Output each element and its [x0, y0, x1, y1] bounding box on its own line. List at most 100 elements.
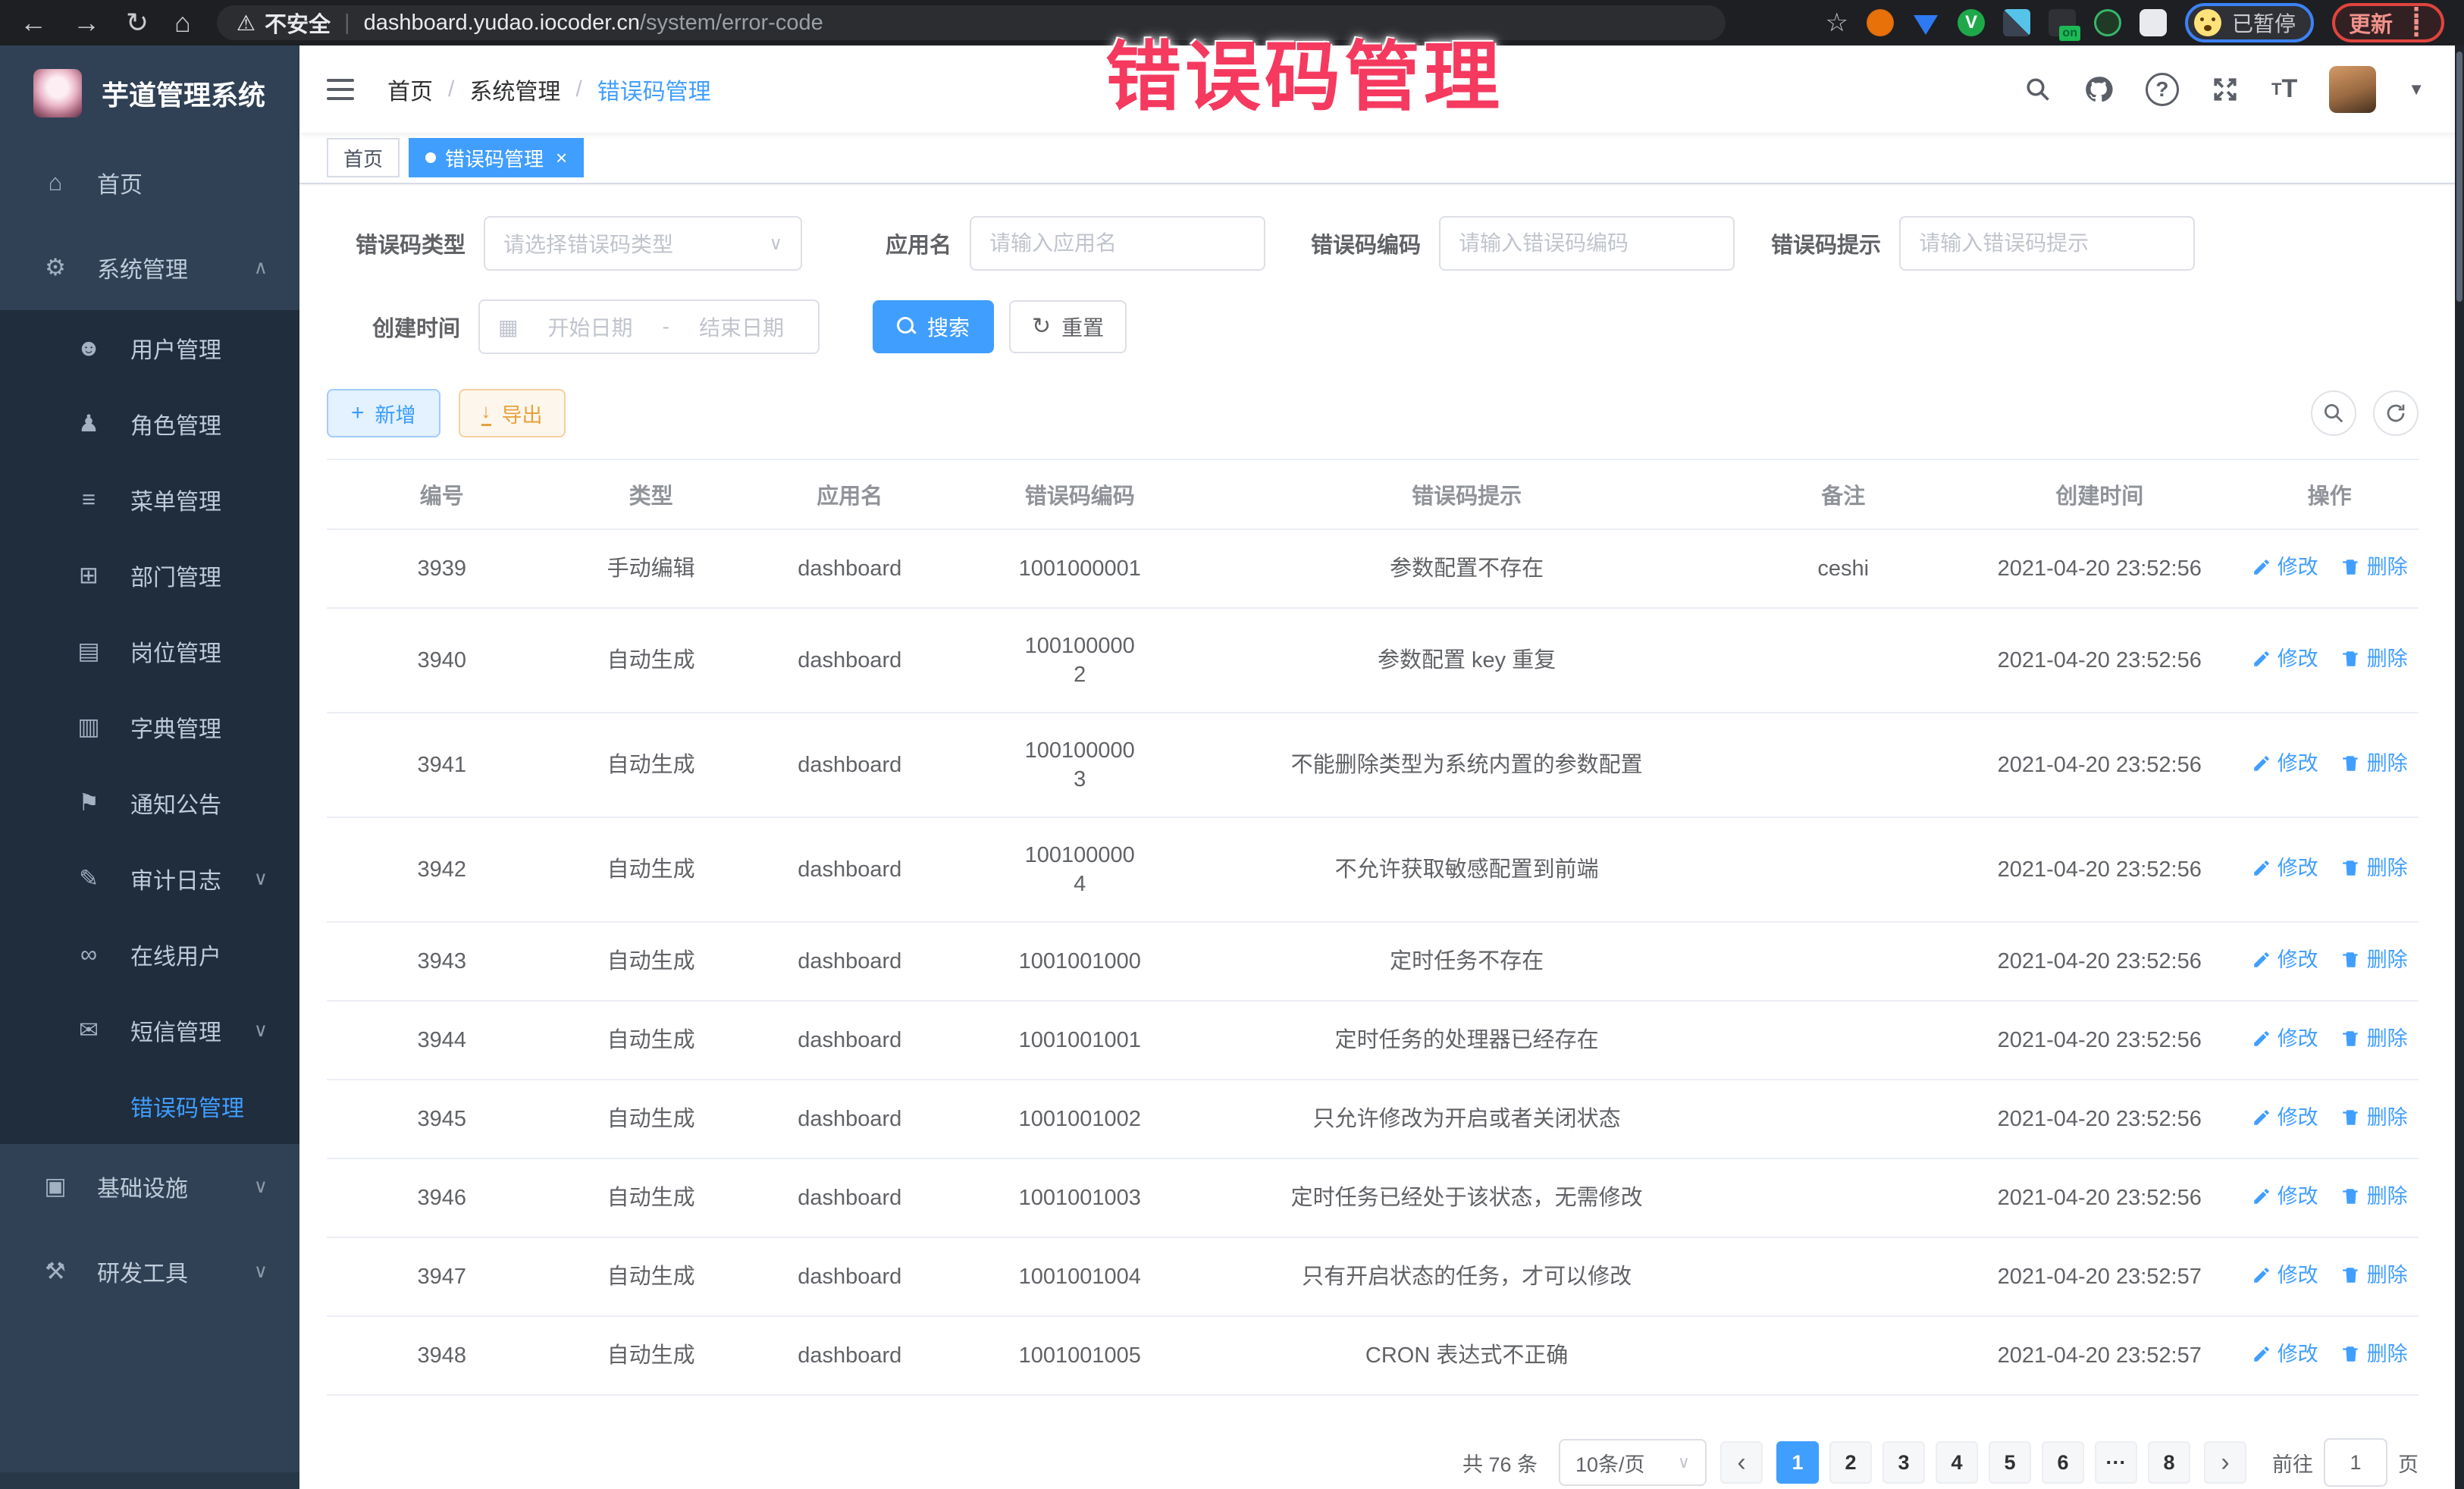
browser-home-icon[interactable]: ⌂: [174, 9, 191, 36]
sidebar-item[interactable]: ▤岗位管理: [0, 613, 299, 689]
extension-icon-2[interactable]: [1912, 9, 1939, 36]
security-status[interactable]: ⚠ 不安全: [237, 7, 331, 39]
address-bar[interactable]: ⚠ 不安全 | dashboard.yudao.iocoder.cn/syste…: [217, 5, 1726, 40]
user-avatar[interactable]: [2329, 66, 2376, 113]
cell-type: 自动生成: [556, 924, 745, 998]
edit-link[interactable]: 修改: [2252, 644, 2318, 673]
cell-code: 1001000002: [955, 609, 1205, 712]
pagination-page-button[interactable]: 1: [1776, 1441, 1819, 1484]
sidebar-item[interactable]: ⚙系统管理∧: [0, 225, 299, 310]
scrollbar-track[interactable]: [2455, 45, 2464, 1489]
search-button-label: 搜索: [927, 312, 970, 342]
extension-icon-7[interactable]: [2140, 9, 2167, 36]
reset-button[interactable]: ↻ 重置: [1009, 300, 1127, 353]
edit-link[interactable]: 修改: [2252, 553, 2318, 581]
extension-icon-1[interactable]: [1867, 9, 1894, 36]
cell-app: dashboard: [745, 1240, 955, 1314]
delete-link[interactable]: 删除: [2341, 644, 2408, 673]
edit-link[interactable]: 修改: [2252, 1261, 2318, 1290]
pagination-page-button[interactable]: 5: [1989, 1441, 2031, 1484]
close-icon[interactable]: ×: [556, 146, 567, 170]
chevron-down-icon[interactable]: ▼: [2408, 80, 2425, 99]
pagination-next-button[interactable]: ›: [2204, 1441, 2246, 1484]
edit-link[interactable]: 修改: [2252, 749, 2318, 778]
delete-link[interactable]: 删除: [2341, 1024, 2408, 1053]
sidebar-item[interactable]: ☻用户管理: [0, 310, 299, 386]
edit-link[interactable]: 修改: [2252, 1103, 2318, 1132]
sidebar-logo[interactable]: 芋道管理系统: [0, 45, 299, 140]
github-icon[interactable]: [2083, 74, 2114, 105]
cell-actions: 修改删除: [2240, 1317, 2419, 1394]
browser-back-icon[interactable]: ←: [20, 9, 47, 36]
date-range-picker[interactable]: ▦ 开始日期 - 结束日期: [478, 299, 820, 354]
sidebar-item[interactable]: ≡菜单管理: [0, 462, 299, 538]
error-type-select[interactable]: 请选择错误码类型 ∨: [484, 216, 802, 271]
sidebar-item[interactable]: ⚑通知公告: [0, 765, 299, 841]
pagination-page-button[interactable]: 6: [2042, 1441, 2084, 1484]
page-content: 错误码类型 请选择错误码类型 ∨ 应用名 错误码编码: [299, 184, 2464, 1489]
browser-update-button[interactable]: 更新 ⋮⋮: [2332, 3, 2444, 42]
sidebar-item[interactable]: ⊞部门管理: [0, 538, 299, 613]
browser-profile-chip[interactable]: 已暂停: [2185, 3, 2314, 42]
scrollbar-thumb[interactable]: [2456, 52, 2462, 302]
edit-link[interactable]: 修改: [2252, 854, 2318, 882]
fullscreen-icon[interactable]: [2211, 75, 2240, 104]
sidebar-item[interactable]: ♟角色管理: [0, 386, 299, 462]
extension-icon-5[interactable]: [2049, 9, 2076, 36]
cell-time: 2021-04-20 23:52:56: [1958, 924, 2240, 998]
tab-error-code[interactable]: 错误码管理 ×: [409, 138, 584, 177]
profile-status-label: 已暂停: [2232, 8, 2296, 38]
error-code-input[interactable]: [1439, 216, 1735, 271]
sidebar-item[interactable]: ⌂首页: [0, 140, 299, 225]
delete-link[interactable]: 删除: [2341, 1103, 2408, 1132]
cell-actions: 修改删除: [2240, 1238, 2419, 1315]
bookmark-star-icon[interactable]: ☆: [1825, 8, 1848, 38]
add-button[interactable]: + 新增: [327, 389, 440, 437]
app-name-input[interactable]: [970, 216, 1265, 271]
pagination-page-button[interactable]: 2: [1829, 1441, 1872, 1484]
sidebar-item[interactable]: ▣基础设施∨: [0, 1144, 299, 1229]
browser-reload-icon[interactable]: ↻: [126, 9, 149, 36]
pagination-page-button[interactable]: 4: [1936, 1441, 1978, 1484]
delete-link[interactable]: 删除: [2341, 1182, 2408, 1211]
breadcrumb-item-system[interactable]: 系统管理: [469, 73, 560, 106]
delete-link[interactable]: 删除: [2341, 553, 2408, 581]
extension-icon-3[interactable]: V: [1958, 9, 1985, 36]
delete-link[interactable]: 删除: [2341, 749, 2408, 778]
error-hint-input[interactable]: [1899, 216, 2195, 271]
sidebar-item[interactable]: ∞在线用户: [0, 917, 299, 992]
search-icon[interactable]: [2024, 76, 2052, 103]
sidebar-item[interactable]: 错误码管理: [0, 1068, 299, 1144]
sidebar-item[interactable]: ✎审计日志∨: [0, 841, 299, 917]
edit-link[interactable]: 修改: [2252, 1340, 2318, 1368]
search-button[interactable]: 搜索: [873, 300, 994, 353]
sidebar-item[interactable]: ▥字典管理: [0, 689, 299, 765]
delete-link[interactable]: 删除: [2341, 1340, 2408, 1368]
goto-page-input[interactable]: [2324, 1438, 2387, 1487]
extension-icon-4[interactable]: [2003, 9, 2030, 36]
pagination-prev-button[interactable]: ‹: [1720, 1441, 1763, 1484]
help-icon[interactable]: ?: [2146, 73, 2179, 106]
delete-link[interactable]: 删除: [2341, 854, 2408, 882]
pagination-page-button[interactable]: 3: [1882, 1441, 1925, 1484]
sidebar-item[interactable]: ⚒研发工具∨: [0, 1229, 299, 1314]
hamburger-icon[interactable]: [327, 79, 354, 100]
pagination-page-button[interactable]: 8: [2148, 1441, 2190, 1484]
edit-link[interactable]: 修改: [2252, 1182, 2318, 1211]
font-size-icon[interactable]: TT: [2271, 74, 2297, 104]
tab-home[interactable]: 首页: [327, 138, 400, 177]
kebab-menu-icon[interactable]: ⋮⋮: [2405, 11, 2428, 36]
delete-link[interactable]: 删除: [2341, 945, 2408, 974]
browser-forward-icon[interactable]: →: [73, 9, 100, 36]
export-button[interactable]: ↓ 导出: [459, 389, 566, 437]
sidebar-item[interactable]: ✉短信管理∨: [0, 992, 299, 1068]
extension-icon-6[interactable]: [2094, 9, 2121, 36]
delete-link[interactable]: 删除: [2341, 1261, 2408, 1290]
page-size-select[interactable]: 10条/页 ∨: [1559, 1439, 1707, 1486]
edit-link[interactable]: 修改: [2252, 945, 2318, 974]
edit-link[interactable]: 修改: [2252, 1024, 2318, 1053]
pagination-more-button[interactable]: ···: [2095, 1441, 2137, 1484]
show-search-icon[interactable]: [2311, 390, 2356, 436]
breadcrumb-item-home[interactable]: 首页: [387, 73, 433, 106]
refresh-table-icon[interactable]: [2373, 390, 2419, 436]
